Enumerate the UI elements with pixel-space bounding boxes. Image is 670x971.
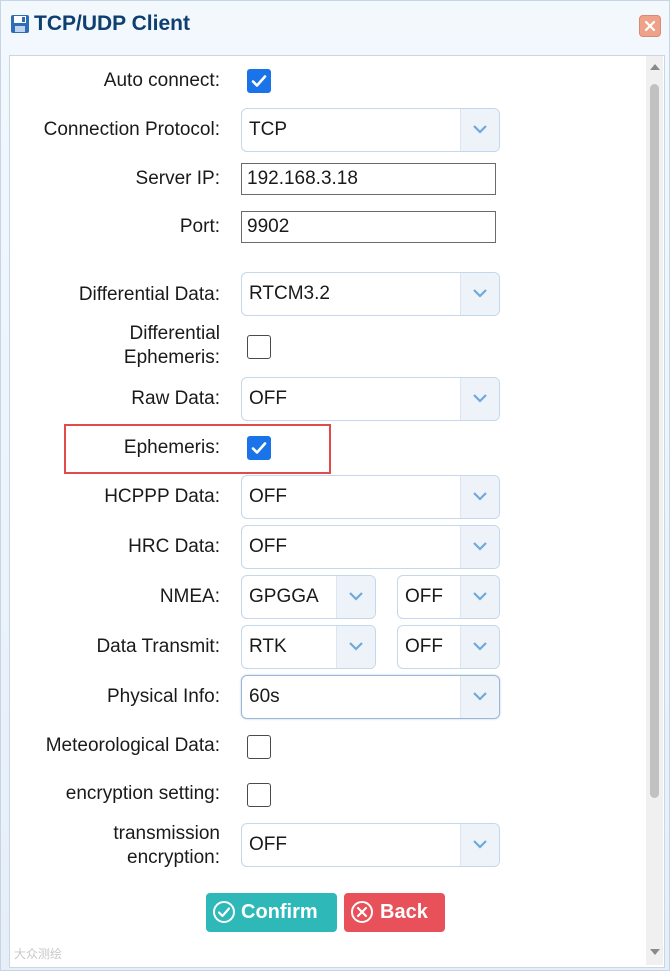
- auto-connect-label: Auto connect:: [103, 70, 220, 91]
- check-circle-icon: [213, 901, 235, 923]
- encryption-setting-label: encryption setting:: [65, 783, 220, 804]
- confirm-button[interactable]: Confirm: [206, 893, 337, 932]
- dropdown-arrow: [460, 526, 499, 568]
- transmission-encryption-value: OFF: [249, 834, 287, 855]
- nmea-rate-select[interactable]: OFF: [397, 575, 500, 619]
- title-bar: TCP/UDP Client: [1, 1, 669, 51]
- chevron-down-icon: [473, 692, 487, 701]
- raw-data-value: OFF: [249, 388, 287, 409]
- dropdown-arrow: [460, 676, 499, 718]
- chevron-down-icon: [473, 542, 487, 551]
- connection-protocol-label: Connection Protocol:: [43, 119, 220, 140]
- chevron-down-icon: [473, 289, 487, 298]
- chevron-down-icon: [473, 125, 487, 134]
- port-input[interactable]: 9902: [241, 211, 496, 243]
- data-transmit-label: Data Transmit:: [96, 636, 220, 657]
- connection-protocol-select[interactable]: TCP: [241, 108, 500, 152]
- transmission-encryption-select[interactable]: OFF: [241, 823, 500, 867]
- server-ip-input[interactable]: 192.168.3.18: [241, 163, 496, 195]
- checkmark-icon: [251, 75, 267, 87]
- scroll-thumb[interactable]: [650, 84, 659, 798]
- raw-data-label: Raw Data:: [131, 388, 220, 409]
- nmea-label: NMEA:: [159, 586, 220, 607]
- data-transmit-rate-value: OFF: [405, 636, 443, 657]
- hcppp-data-select[interactable]: OFF: [241, 475, 500, 519]
- cancel-circle-icon: [351, 901, 373, 923]
- dropdown-arrow: [460, 626, 499, 668]
- meteorological-data-checkbox[interactable]: [247, 735, 271, 759]
- differential-ephemeris-label-line1: Differential: [129, 323, 220, 344]
- raw-data-select[interactable]: OFF: [241, 377, 500, 421]
- data-transmit-type-select[interactable]: RTK: [241, 625, 376, 669]
- differential-data-value: RTCM3.2: [249, 283, 330, 304]
- physical-info-select[interactable]: 60s: [241, 675, 500, 719]
- port-value: 9902: [247, 216, 290, 237]
- dropdown-arrow: [460, 576, 499, 618]
- dropdown-arrow: [460, 476, 499, 518]
- dropdown-arrow: [460, 273, 499, 315]
- transmission-encryption-label: transmission encryption:: [10, 822, 220, 870]
- hrc-data-value: OFF: [249, 536, 287, 557]
- chevron-down-icon: [473, 394, 487, 403]
- dropdown-arrow: [460, 824, 499, 866]
- chevron-down-icon: [473, 642, 487, 651]
- transmission-encryption-label-line1: transmission: [113, 823, 220, 844]
- dropdown-arrow: [460, 378, 499, 420]
- chevron-down-icon: [349, 592, 363, 601]
- nmea-type-select[interactable]: GPGGA: [241, 575, 376, 619]
- floppy-disk-icon: [10, 14, 30, 34]
- ephemeris-label: Ephemeris:: [123, 437, 220, 458]
- checkmark-icon: [251, 442, 267, 454]
- chevron-down-icon: [349, 642, 363, 651]
- scroll-up-arrow-icon[interactable]: [650, 64, 660, 70]
- confirm-button-label: Confirm: [241, 901, 318, 923]
- window-title: TCP/UDP Client: [34, 12, 190, 35]
- chevron-down-icon: [473, 840, 487, 849]
- differential-data-select[interactable]: RTCM3.2: [241, 272, 500, 316]
- data-transmit-rate-select[interactable]: OFF: [397, 625, 500, 669]
- nmea-rate-value: OFF: [405, 586, 443, 607]
- physical-info-label: Physical Info:: [107, 686, 220, 707]
- chevron-down-icon: [473, 592, 487, 601]
- hcppp-data-label: HCPPP Data:: [104, 486, 220, 507]
- physical-info-value: 60s: [249, 686, 280, 707]
- watermark: 大众测绘: [14, 947, 63, 961]
- hcppp-data-value: OFF: [249, 486, 287, 507]
- vertical-scrollbar[interactable]: [646, 56, 663, 965]
- differential-data-label: Differential Data:: [78, 284, 220, 305]
- nmea-type-value: GPGGA: [249, 586, 319, 607]
- scroll-down-arrow-icon[interactable]: [650, 949, 660, 955]
- server-ip-value: 192.168.3.18: [247, 168, 358, 189]
- back-button[interactable]: Back: [344, 893, 445, 932]
- dropdown-arrow: [460, 109, 499, 151]
- close-icon: [644, 20, 656, 32]
- port-label: Port:: [179, 216, 220, 237]
- ephemeris-checkbox[interactable]: [247, 436, 271, 460]
- server-ip-label: Server IP:: [135, 168, 220, 189]
- data-transmit-type-value: RTK: [249, 636, 287, 657]
- hrc-data-label: HRC Data:: [128, 536, 220, 557]
- hrc-data-select[interactable]: OFF: [241, 525, 500, 569]
- differential-ephemeris-label: Differential Ephemeris:: [10, 322, 220, 370]
- connection-protocol-value: TCP: [249, 119, 287, 140]
- transmission-encryption-label-line2: encryption:: [127, 847, 220, 868]
- close-button[interactable]: [639, 15, 661, 37]
- dropdown-arrow: [336, 576, 375, 618]
- auto-connect-checkbox[interactable]: [247, 69, 271, 93]
- meteorological-data-label: Meteorological Data:: [45, 735, 220, 756]
- differential-ephemeris-checkbox[interactable]: [247, 335, 271, 359]
- dropdown-arrow: [336, 626, 375, 668]
- encryption-setting-checkbox[interactable]: [247, 783, 271, 807]
- tcp-udp-client-dialog: TCP/UDP Client Auto connect: Connection …: [0, 0, 670, 971]
- form-panel: Auto connect: Connection Protocol: TCP S…: [9, 55, 665, 968]
- back-button-label: Back: [380, 901, 428, 923]
- differential-ephemeris-label-line2: Ephemeris:: [123, 347, 220, 368]
- chevron-down-icon: [473, 492, 487, 501]
